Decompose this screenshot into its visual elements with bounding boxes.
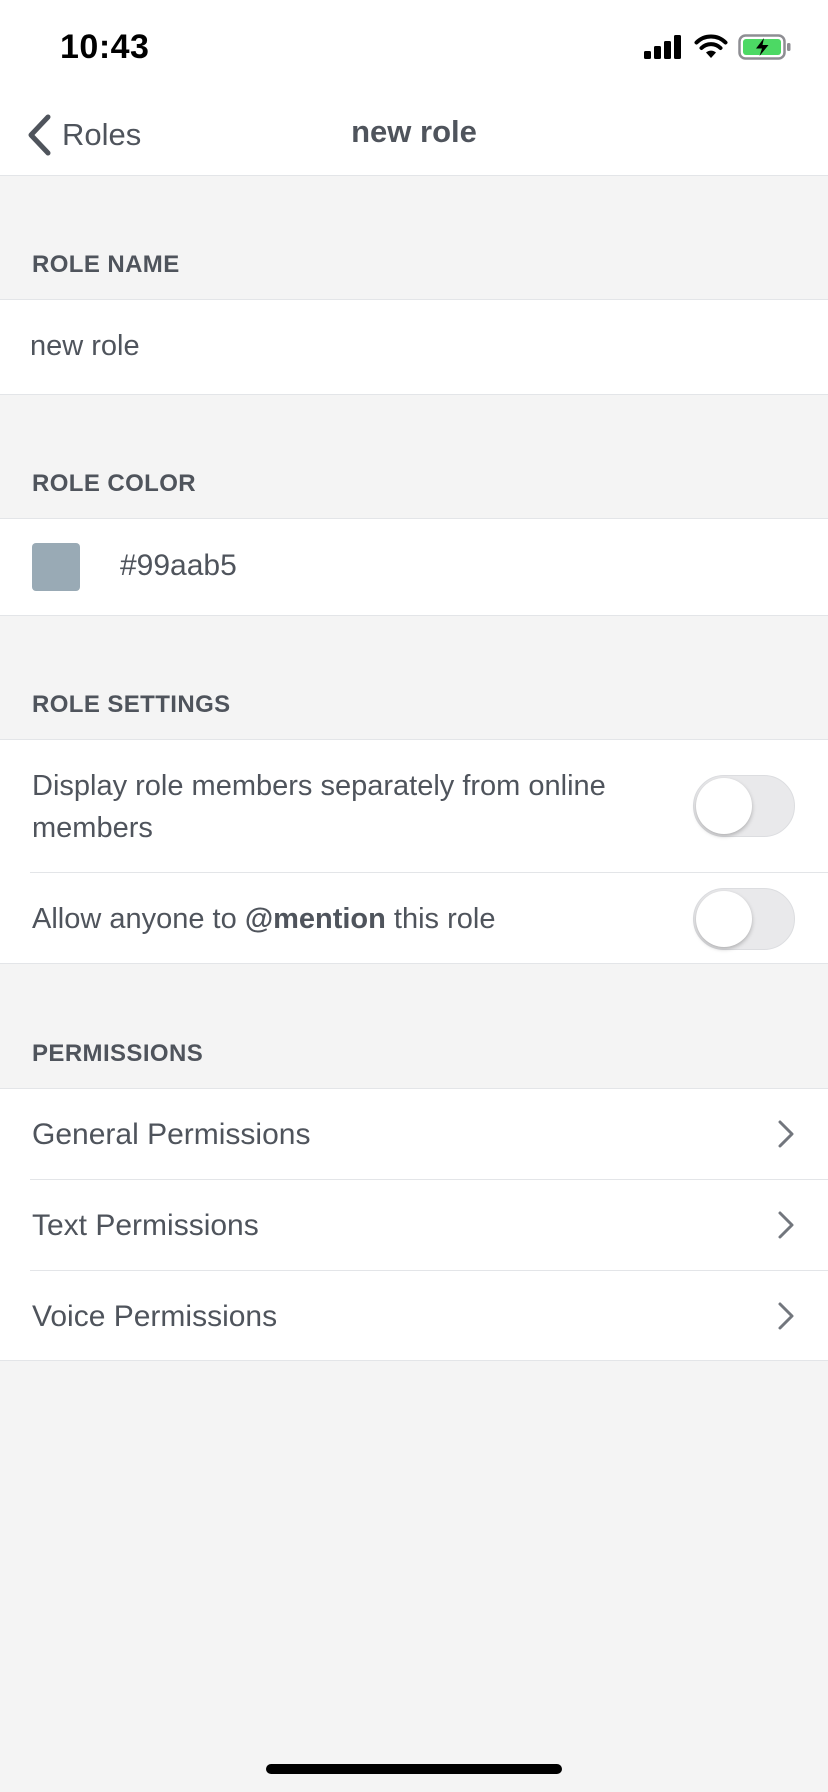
battery-charging-icon bbox=[738, 34, 791, 60]
role-color-header: ROLE COLOR bbox=[32, 470, 196, 497]
home-indicator bbox=[266, 1764, 562, 1774]
general-permissions-label: General Permissions bbox=[32, 1118, 311, 1151]
toggle-knob bbox=[696, 891, 752, 947]
role-name-field[interactable]: new role bbox=[0, 299, 828, 395]
permission-row-text[interactable]: Text Permissions bbox=[0, 1180, 828, 1270]
permission-row-general[interactable]: General Permissions bbox=[0, 1089, 828, 1179]
wifi-icon bbox=[694, 34, 728, 58]
permission-row-voice[interactable]: Voice Permissions bbox=[0, 1271, 828, 1361]
role-settings-group: Display role members separately from onl… bbox=[0, 739, 828, 964]
mentionable-label-prefix: Allow anyone to bbox=[32, 903, 245, 935]
text-permissions-label: Text Permissions bbox=[32, 1209, 259, 1242]
role-settings-header: ROLE SETTINGS bbox=[32, 691, 231, 718]
role-name-value: new role bbox=[30, 330, 140, 362]
role-color-row[interactable]: #99aab5 bbox=[0, 518, 828, 616]
color-swatch[interactable] bbox=[32, 543, 80, 591]
toggle-knob bbox=[696, 778, 752, 834]
chevron-right-icon bbox=[778, 1120, 794, 1148]
mentionable-label: Allow anyone to @mention this role bbox=[32, 898, 495, 940]
chevron-right-icon bbox=[778, 1302, 794, 1330]
color-hex-value: #99aab5 bbox=[120, 549, 237, 582]
mentionable-label-suffix: this role bbox=[385, 903, 496, 935]
mentionable-label-bold: @mention bbox=[244, 903, 386, 935]
display-separately-label: Display role members separately from onl… bbox=[32, 770, 606, 844]
page-title: new role bbox=[351, 114, 477, 149]
voice-permissions-label: Voice Permissions bbox=[32, 1300, 278, 1333]
chevron-right-icon bbox=[778, 1211, 794, 1239]
status-icons bbox=[644, 34, 792, 60]
navigation-bar: Roles new role bbox=[0, 96, 828, 176]
permissions-header: PERMISSIONS bbox=[32, 1040, 204, 1067]
cellular-signal-icon bbox=[644, 35, 681, 59]
role-name-header: ROLE NAME bbox=[32, 251, 180, 278]
mentionable-toggle[interactable] bbox=[693, 888, 795, 950]
status-bar: 10:43 bbox=[0, 0, 828, 96]
status-time: 10:43 bbox=[60, 28, 150, 66]
divider bbox=[30, 872, 828, 873]
display-separately-toggle[interactable] bbox=[693, 775, 795, 837]
permissions-group: General Permissions Text Permissions Voi… bbox=[0, 1088, 828, 1361]
